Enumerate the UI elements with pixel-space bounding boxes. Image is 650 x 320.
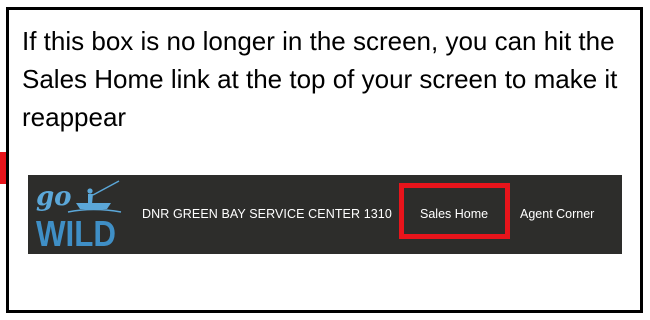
instruction-text: If this box is no longer in the screen, … <box>22 26 618 132</box>
screenshot-stage: If this box is no longer in the screen, … <box>0 0 650 320</box>
logo-go-text: go <box>36 182 72 212</box>
agency-location-label: DNR GREEN BAY SERVICE CENTER 1310 <box>142 207 392 221</box>
top-navbar: go WILD DNR GREEN BAY SERVICE CENTER 131… <box>28 175 622 254</box>
boat-fisherman-icon <box>67 180 122 213</box>
logo-wild-text: WILD <box>36 213 116 251</box>
go-wild-logo[interactable]: go WILD <box>33 179 125 251</box>
agent-corner-link[interactable]: Agent Corner <box>520 175 594 254</box>
sales-home-highlight-frame <box>399 183 510 239</box>
